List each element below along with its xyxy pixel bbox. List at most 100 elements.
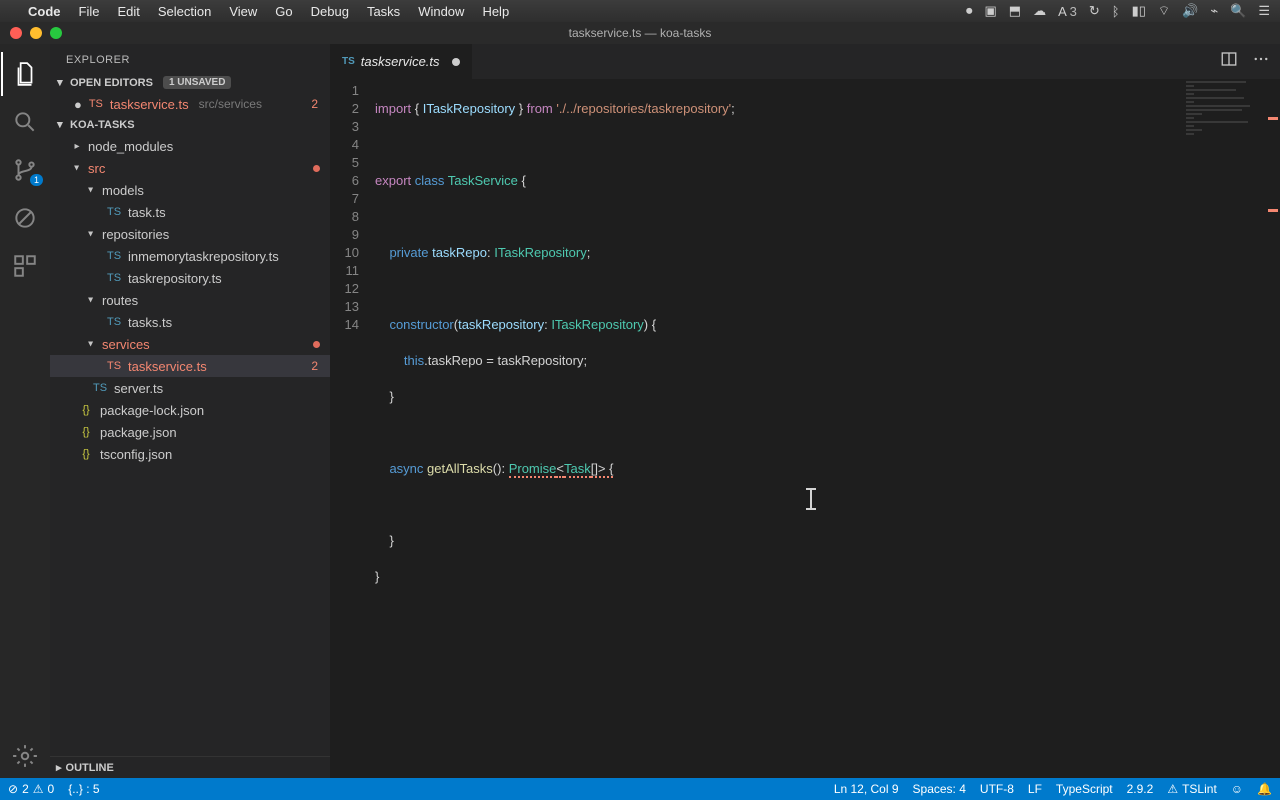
scrollbar-overview[interactable] (1266, 79, 1280, 778)
outline-section[interactable]: ▸ OUTLINE (50, 756, 330, 778)
files-icon (12, 61, 38, 87)
menu-selection[interactable]: Selection (158, 4, 211, 19)
switch-icon[interactable]: ⌁ (1210, 3, 1218, 19)
file-package-lock[interactable]: {} package-lock.json (50, 399, 330, 421)
file-taskrepo[interactable]: TStaskrepository.ts (50, 267, 330, 289)
json-file-icon: {} (78, 426, 94, 438)
minimize-window-button[interactable] (30, 27, 42, 39)
ellipsis-icon (1252, 50, 1270, 68)
menu-go[interactable]: Go (275, 4, 292, 19)
spotlight-icon[interactable]: 🔍 (1230, 3, 1246, 19)
split-editor-button[interactable] (1220, 50, 1238, 73)
language-status[interactable]: TypeScript (1056, 782, 1113, 796)
file-task-ts[interactable]: TS task.ts (50, 201, 330, 223)
folder-node_modules[interactable]: ▸node_modules (50, 135, 330, 157)
project-name: KOA-TASKS (70, 119, 135, 131)
open-editors-section[interactable]: ▸ OPEN EDITORS 1 UNSAVED (50, 72, 330, 93)
file-tsconfig[interactable]: {}tsconfig.json (50, 443, 330, 465)
search-activity[interactable] (1, 100, 49, 144)
folder-repositories[interactable]: ▸repositories (50, 223, 330, 245)
airplay-icon[interactable]: ▣ (984, 3, 996, 19)
problems-status[interactable]: ⊘ 2 ⚠ 0 (8, 782, 54, 796)
folder-label: routes (102, 293, 138, 308)
folder-label: services (102, 337, 150, 352)
file-label: taskrepository.ts (128, 271, 222, 286)
file-inmemory[interactable]: TSinmemorytaskrepository.ts (50, 245, 330, 267)
json-file-icon: {} (78, 448, 94, 460)
chevron-down-icon: ▸ (86, 295, 96, 305)
file-label: task.ts (128, 205, 166, 220)
chevron-down-icon: ▸ (56, 120, 66, 130)
window-title: taskservice.ts — koa-tasks (569, 26, 712, 40)
outline-label: OUTLINE (66, 762, 114, 774)
file-server-ts[interactable]: TSserver.ts (50, 377, 330, 399)
bluetooth-icon[interactable]: ᛒ (1112, 4, 1120, 19)
menu-edit[interactable]: Edit (117, 4, 139, 19)
folder-services[interactable]: ▸services (50, 333, 330, 355)
ts-file-icon: TS (106, 316, 122, 328)
more-actions-button[interactable] (1252, 50, 1270, 73)
wifi-icon[interactable]: ⌔ (1158, 3, 1170, 19)
timemachine-icon[interactable]: ↻ (1089, 3, 1100, 19)
eol-status[interactable]: LF (1028, 782, 1042, 796)
code-editor[interactable]: 1234567891011121314 import { ITaskReposi… (330, 79, 1280, 778)
file-tasks-ts[interactable]: TS tasks.ts (50, 311, 330, 333)
editor-tab-taskservice[interactable]: TS taskservice.ts (330, 44, 473, 79)
menu-help[interactable]: Help (482, 4, 509, 19)
screen-record-icon[interactable]: ⏺ (966, 3, 973, 19)
notifications-status[interactable]: 🔔 (1257, 782, 1272, 796)
json-file-icon: {} (78, 404, 94, 416)
chevron-down-icon: ▸ (86, 229, 96, 239)
adobe-icon[interactable]: A 3 (1058, 4, 1077, 19)
open-editor-filename: taskservice.ts (110, 97, 189, 112)
file-label: tasks.ts (128, 315, 172, 330)
ts-file-icon: TS (106, 206, 122, 218)
chevron-right-icon: ▸ (56, 761, 62, 774)
folder-src[interactable]: ▸src (50, 157, 330, 179)
code-content[interactable]: import { ITaskRepository } from './../re… (375, 79, 1280, 778)
encoding-status[interactable]: UTF-8 (980, 782, 1014, 796)
cloud-icon[interactable]: ☁ (1033, 3, 1046, 19)
file-taskservice[interactable]: TStaskservice.ts2 (50, 355, 330, 377)
line-number-gutter: 1234567891011121314 (330, 79, 375, 778)
menu-list-icon[interactable]: ☰ (1258, 3, 1270, 19)
no-bug-icon (12, 205, 38, 231)
project-section[interactable]: ▸ KOA-TASKS (50, 115, 330, 135)
file-label: package-lock.json (100, 403, 204, 418)
menu-debug[interactable]: Debug (311, 4, 349, 19)
file-package-json[interactable]: {}package.json (50, 421, 330, 443)
source-control-activity[interactable]: 1 (1, 148, 49, 192)
menu-tasks[interactable]: Tasks (367, 4, 400, 19)
explorer-activity[interactable] (1, 52, 49, 96)
cursor-position-status[interactable]: Ln 12, Col 9 (834, 782, 899, 796)
settings-activity[interactable] (1, 734, 49, 778)
feedback-status[interactable]: ☺ (1231, 782, 1243, 796)
close-window-button[interactable] (10, 27, 22, 39)
folder-label: src (88, 161, 105, 176)
debug-activity[interactable] (1, 196, 49, 240)
menu-file[interactable]: File (79, 4, 100, 19)
error-dot-icon (313, 341, 320, 348)
unsaved-badge: 1 UNSAVED (163, 76, 232, 89)
file-label: inmemorytaskrepository.ts (128, 249, 279, 264)
tslint-status[interactable]: ⚠ TSLint (1167, 782, 1216, 796)
indent-status[interactable]: Spaces: 4 (913, 782, 966, 796)
folder-models[interactable]: ▸models (50, 179, 330, 201)
battery-icon[interactable]: ▮▯ (1132, 3, 1146, 19)
editor-tabbar: TS taskservice.ts (330, 44, 1280, 79)
menu-view[interactable]: View (229, 4, 257, 19)
zoom-window-button[interactable] (50, 27, 62, 39)
extensions-activity[interactable] (1, 244, 49, 288)
dropbox-icon[interactable]: ⬒ (1009, 3, 1021, 19)
text-cursor-icon (810, 489, 812, 509)
open-editor-path: src/services (199, 97, 262, 111)
window-titlebar: taskservice.ts — koa-tasks (0, 22, 1280, 44)
folder-routes[interactable]: ▸ routes (50, 289, 330, 311)
app-menu[interactable]: Code (28, 4, 61, 19)
ts-version-status[interactable]: 2.9.2 (1127, 782, 1154, 796)
volume-icon[interactable]: 🔊 (1182, 3, 1198, 19)
bracket-status[interactable]: {..} : 5 (68, 782, 99, 796)
minimap[interactable] (1180, 79, 1280, 279)
open-editor-item[interactable]: ● TS taskservice.ts src/services 2 (50, 93, 330, 115)
menu-window[interactable]: Window (418, 4, 464, 19)
